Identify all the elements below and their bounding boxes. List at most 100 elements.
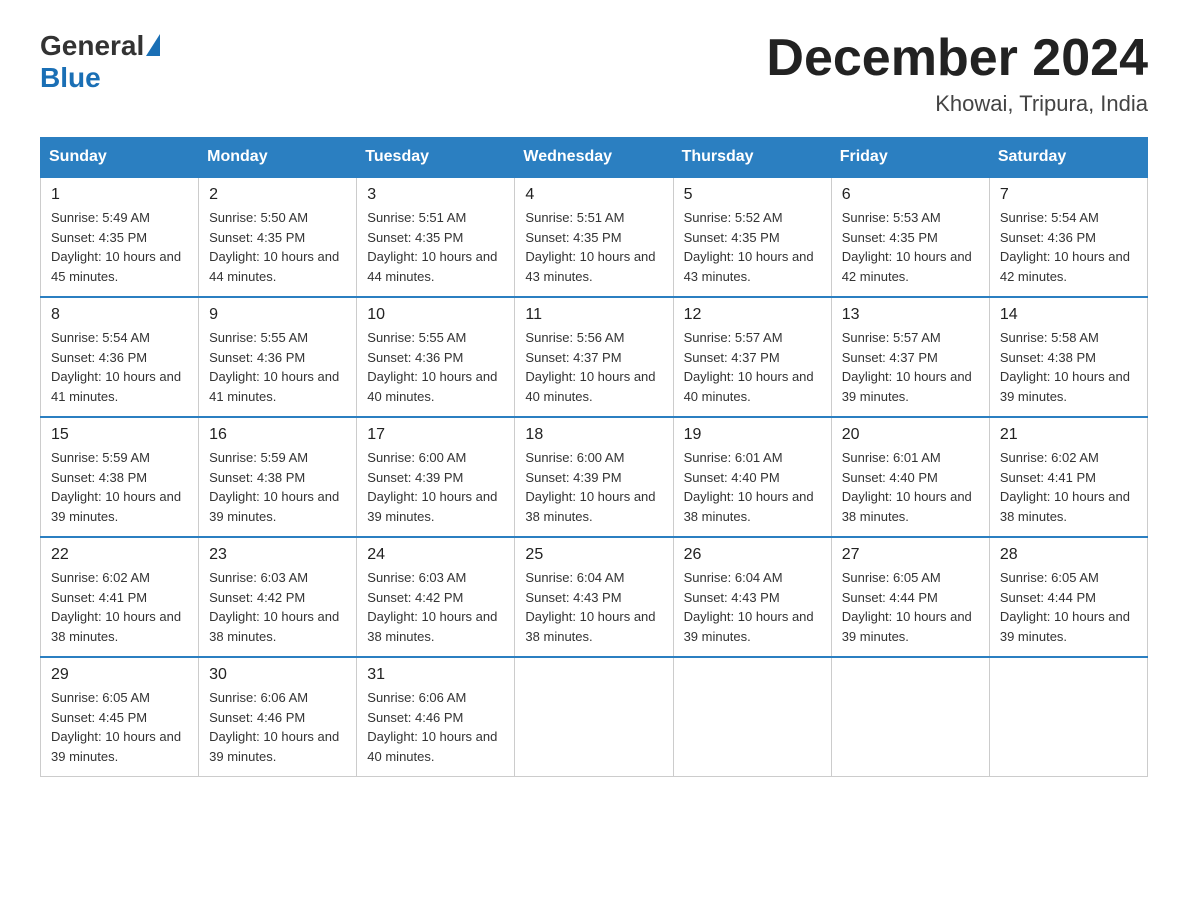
day-info: Sunrise: 6:06 AM Sunset: 4:46 PM Dayligh… (367, 688, 504, 766)
logo-general-text: General (40, 30, 144, 62)
day-info: Sunrise: 5:55 AM Sunset: 4:36 PM Dayligh… (209, 328, 346, 406)
day-number: 20 (842, 426, 979, 444)
day-info: Sunrise: 6:04 AM Sunset: 4:43 PM Dayligh… (525, 568, 662, 646)
day-number: 31 (367, 666, 504, 684)
calendar-day-cell (673, 657, 831, 777)
calendar-week-row: 8 Sunrise: 5:54 AM Sunset: 4:36 PM Dayli… (41, 297, 1148, 417)
calendar-day-header: Friday (831, 138, 989, 178)
day-info: Sunrise: 6:06 AM Sunset: 4:46 PM Dayligh… (209, 688, 346, 766)
calendar-day-cell: 10 Sunrise: 5:55 AM Sunset: 4:36 PM Dayl… (357, 297, 515, 417)
day-info: Sunrise: 5:52 AM Sunset: 4:35 PM Dayligh… (684, 208, 821, 286)
calendar-day-cell: 11 Sunrise: 5:56 AM Sunset: 4:37 PM Dayl… (515, 297, 673, 417)
day-info: Sunrise: 6:02 AM Sunset: 4:41 PM Dayligh… (51, 568, 188, 646)
calendar-day-cell (989, 657, 1147, 777)
day-number: 7 (1000, 186, 1137, 204)
day-number: 18 (525, 426, 662, 444)
day-info: Sunrise: 5:54 AM Sunset: 4:36 PM Dayligh… (51, 328, 188, 406)
day-number: 24 (367, 546, 504, 564)
calendar-day-cell: 14 Sunrise: 5:58 AM Sunset: 4:38 PM Dayl… (989, 297, 1147, 417)
calendar-day-cell: 21 Sunrise: 6:02 AM Sunset: 4:41 PM Dayl… (989, 417, 1147, 537)
day-info: Sunrise: 6:01 AM Sunset: 4:40 PM Dayligh… (842, 448, 979, 526)
calendar-day-cell: 7 Sunrise: 5:54 AM Sunset: 4:36 PM Dayli… (989, 177, 1147, 297)
calendar-table: SundayMondayTuesdayWednesdayThursdayFrid… (40, 137, 1148, 777)
calendar-day-cell: 3 Sunrise: 5:51 AM Sunset: 4:35 PM Dayli… (357, 177, 515, 297)
day-info: Sunrise: 6:03 AM Sunset: 4:42 PM Dayligh… (209, 568, 346, 646)
day-number: 28 (1000, 546, 1137, 564)
calendar-day-cell (831, 657, 989, 777)
day-info: Sunrise: 5:56 AM Sunset: 4:37 PM Dayligh… (525, 328, 662, 406)
calendar-day-cell: 16 Sunrise: 5:59 AM Sunset: 4:38 PM Dayl… (199, 417, 357, 537)
day-number: 6 (842, 186, 979, 204)
title-section: December 2024 Khowai, Tripura, India (766, 30, 1148, 117)
calendar-day-cell: 13 Sunrise: 5:57 AM Sunset: 4:37 PM Dayl… (831, 297, 989, 417)
month-year-title: December 2024 (766, 30, 1148, 87)
calendar-day-cell: 17 Sunrise: 6:00 AM Sunset: 4:39 PM Dayl… (357, 417, 515, 537)
day-info: Sunrise: 6:00 AM Sunset: 4:39 PM Dayligh… (525, 448, 662, 526)
calendar-day-cell: 4 Sunrise: 5:51 AM Sunset: 4:35 PM Dayli… (515, 177, 673, 297)
day-number: 1 (51, 186, 188, 204)
day-number: 9 (209, 306, 346, 324)
calendar-day-cell: 20 Sunrise: 6:01 AM Sunset: 4:40 PM Dayl… (831, 417, 989, 537)
day-info: Sunrise: 5:49 AM Sunset: 4:35 PM Dayligh… (51, 208, 188, 286)
calendar-day-header: Wednesday (515, 138, 673, 178)
day-number: 23 (209, 546, 346, 564)
calendar-day-cell: 1 Sunrise: 5:49 AM Sunset: 4:35 PM Dayli… (41, 177, 199, 297)
calendar-day-cell: 15 Sunrise: 5:59 AM Sunset: 4:38 PM Dayl… (41, 417, 199, 537)
calendar-day-header: Saturday (989, 138, 1147, 178)
day-number: 17 (367, 426, 504, 444)
calendar-day-cell: 12 Sunrise: 5:57 AM Sunset: 4:37 PM Dayl… (673, 297, 831, 417)
calendar-day-cell: 9 Sunrise: 5:55 AM Sunset: 4:36 PM Dayli… (199, 297, 357, 417)
calendar-day-cell: 28 Sunrise: 6:05 AM Sunset: 4:44 PM Dayl… (989, 537, 1147, 657)
calendar-day-cell: 19 Sunrise: 6:01 AM Sunset: 4:40 PM Dayl… (673, 417, 831, 537)
day-info: Sunrise: 5:59 AM Sunset: 4:38 PM Dayligh… (51, 448, 188, 526)
calendar-day-header: Thursday (673, 138, 831, 178)
calendar-day-header: Tuesday (357, 138, 515, 178)
day-number: 27 (842, 546, 979, 564)
day-info: Sunrise: 5:51 AM Sunset: 4:35 PM Dayligh… (367, 208, 504, 286)
day-info: Sunrise: 5:51 AM Sunset: 4:35 PM Dayligh… (525, 208, 662, 286)
day-number: 4 (525, 186, 662, 204)
calendar-day-cell: 2 Sunrise: 5:50 AM Sunset: 4:35 PM Dayli… (199, 177, 357, 297)
calendar-day-cell: 26 Sunrise: 6:04 AM Sunset: 4:43 PM Dayl… (673, 537, 831, 657)
day-info: Sunrise: 6:04 AM Sunset: 4:43 PM Dayligh… (684, 568, 821, 646)
calendar-day-cell: 18 Sunrise: 6:00 AM Sunset: 4:39 PM Dayl… (515, 417, 673, 537)
day-number: 19 (684, 426, 821, 444)
logo: General Blue (40, 30, 160, 94)
day-number: 14 (1000, 306, 1137, 324)
day-number: 5 (684, 186, 821, 204)
day-info: Sunrise: 5:53 AM Sunset: 4:35 PM Dayligh… (842, 208, 979, 286)
day-number: 13 (842, 306, 979, 324)
day-info: Sunrise: 6:01 AM Sunset: 4:40 PM Dayligh… (684, 448, 821, 526)
calendar-day-cell: 23 Sunrise: 6:03 AM Sunset: 4:42 PM Dayl… (199, 537, 357, 657)
day-number: 12 (684, 306, 821, 324)
calendar-day-cell: 8 Sunrise: 5:54 AM Sunset: 4:36 PM Dayli… (41, 297, 199, 417)
day-number: 21 (1000, 426, 1137, 444)
calendar-day-cell: 6 Sunrise: 5:53 AM Sunset: 4:35 PM Dayli… (831, 177, 989, 297)
calendar-week-row: 29 Sunrise: 6:05 AM Sunset: 4:45 PM Dayl… (41, 657, 1148, 777)
logo-triangle-icon (146, 34, 160, 56)
calendar-day-cell: 22 Sunrise: 6:02 AM Sunset: 4:41 PM Dayl… (41, 537, 199, 657)
day-info: Sunrise: 6:05 AM Sunset: 4:44 PM Dayligh… (1000, 568, 1137, 646)
day-info: Sunrise: 6:05 AM Sunset: 4:45 PM Dayligh… (51, 688, 188, 766)
page-header: General Blue December 2024 Khowai, Tripu… (40, 30, 1148, 117)
calendar-week-row: 15 Sunrise: 5:59 AM Sunset: 4:38 PM Dayl… (41, 417, 1148, 537)
day-info: Sunrise: 6:03 AM Sunset: 4:42 PM Dayligh… (367, 568, 504, 646)
calendar-day-cell: 27 Sunrise: 6:05 AM Sunset: 4:44 PM Dayl… (831, 537, 989, 657)
day-info: Sunrise: 5:57 AM Sunset: 4:37 PM Dayligh… (684, 328, 821, 406)
day-info: Sunrise: 5:50 AM Sunset: 4:35 PM Dayligh… (209, 208, 346, 286)
day-info: Sunrise: 6:02 AM Sunset: 4:41 PM Dayligh… (1000, 448, 1137, 526)
day-info: Sunrise: 5:59 AM Sunset: 4:38 PM Dayligh… (209, 448, 346, 526)
calendar-header-row: SundayMondayTuesdayWednesdayThursdayFrid… (41, 138, 1148, 178)
calendar-day-cell: 30 Sunrise: 6:06 AM Sunset: 4:46 PM Dayl… (199, 657, 357, 777)
calendar-day-header: Sunday (41, 138, 199, 178)
location-subtitle: Khowai, Tripura, India (766, 91, 1148, 117)
day-number: 3 (367, 186, 504, 204)
day-number: 15 (51, 426, 188, 444)
calendar-day-cell: 25 Sunrise: 6:04 AM Sunset: 4:43 PM Dayl… (515, 537, 673, 657)
calendar-day-cell: 5 Sunrise: 5:52 AM Sunset: 4:35 PM Dayli… (673, 177, 831, 297)
calendar-day-cell (515, 657, 673, 777)
calendar-day-cell: 29 Sunrise: 6:05 AM Sunset: 4:45 PM Dayl… (41, 657, 199, 777)
logo-blue-text: Blue (40, 62, 101, 94)
day-info: Sunrise: 5:55 AM Sunset: 4:36 PM Dayligh… (367, 328, 504, 406)
calendar-day-header: Monday (199, 138, 357, 178)
